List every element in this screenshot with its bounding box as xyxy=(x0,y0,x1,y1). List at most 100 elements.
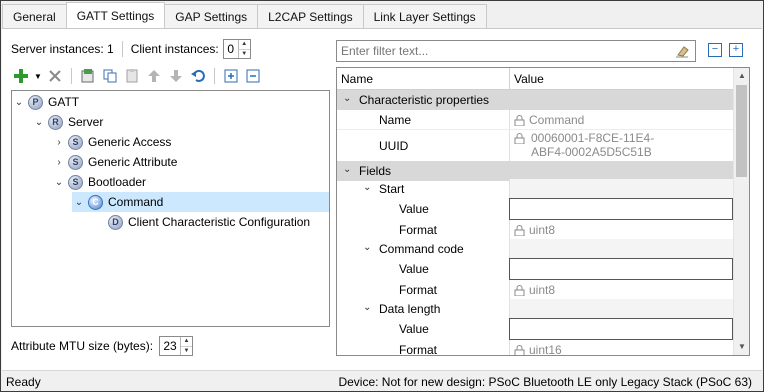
lock-icon xyxy=(514,284,525,296)
collapse-chevron-icon[interactable]: ⌄ xyxy=(72,197,86,208)
filter-field[interactable] xyxy=(336,40,696,62)
uuid-line-2: ABF4-0002A5D5C51B xyxy=(531,145,652,159)
command-code-value-input[interactable] xyxy=(509,258,733,280)
mtu-label: Attribute MTU size (bytes): xyxy=(11,339,154,353)
stepper-arrows[interactable]: ▲ ▼ xyxy=(180,337,193,356)
collapse-chevron-icon[interactable]: ⌄ xyxy=(32,117,46,128)
move-up-icon[interactable] xyxy=(145,67,163,85)
paste-icon[interactable] xyxy=(123,67,141,85)
column-header-value[interactable]: Value xyxy=(514,72,544,86)
clear-filter-icon[interactable] xyxy=(675,44,689,58)
expand-chevron-icon[interactable]: › xyxy=(52,157,66,168)
stepper-up-icon[interactable]: ▲ xyxy=(181,337,192,346)
property-row-data-length-value[interactable]: Value xyxy=(337,318,733,340)
tree-node-gatt[interactable]: ⌄ P GATT xyxy=(12,92,79,112)
device-status-text: Device: Not for new design: PSoC Bluetoo… xyxy=(338,375,752,389)
expand-chevron-icon[interactable]: › xyxy=(52,137,66,148)
property-key: Name xyxy=(379,113,412,127)
start-value-input[interactable] xyxy=(509,198,733,220)
tree-node-server[interactable]: ⌄ R Server xyxy=(32,112,103,132)
tree-toolbar: ▼ xyxy=(12,66,262,86)
collapse-chevron-icon[interactable]: ⌄ xyxy=(343,93,351,104)
property-row-data-length-format[interactable]: Format uint16 xyxy=(337,340,733,356)
property-row-uuid[interactable]: UUID 00060001-F8CE-11E4- ABF4-0002A5D5C5… xyxy=(337,130,733,162)
uuid-value: 00060001-F8CE-11E4- ABF4-0002A5D5C51B xyxy=(531,131,654,159)
tree-node-label: Generic Attribute xyxy=(88,155,178,169)
category-characteristic-properties[interactable]: ⌄ Characteristic properties xyxy=(337,90,733,110)
column-header-name[interactable]: Name xyxy=(341,72,373,86)
field-group-data-length[interactable]: ⌄ Data length xyxy=(337,299,733,319)
category-label: Characteristic properties xyxy=(359,93,490,107)
collapse-chevron-icon[interactable]: ⌄ xyxy=(343,164,351,175)
group-value-cell xyxy=(509,239,733,259)
column-divider[interactable] xyxy=(509,68,510,90)
collapse-chevron-icon[interactable]: ⌄ xyxy=(363,242,371,253)
mtu-stepper[interactable]: 23 ▲ ▼ xyxy=(159,336,194,356)
stepper-up-icon[interactable]: ▲ xyxy=(239,40,250,49)
property-row-start-value[interactable]: Value xyxy=(337,198,733,220)
expand-all-icon[interactable] xyxy=(222,67,240,85)
stepper-arrows[interactable]: ▲ ▼ xyxy=(237,40,250,59)
property-value: Command xyxy=(514,113,584,127)
descriptor-icon: D xyxy=(108,214,123,230)
scroll-down-icon[interactable]: ▼ xyxy=(734,339,749,355)
property-key: Value xyxy=(399,262,429,276)
delete-icon[interactable] xyxy=(46,67,64,85)
tree-node-generic-access[interactable]: › S Generic Access xyxy=(52,132,171,152)
property-row-start-format[interactable]: Format uint8 xyxy=(337,220,733,240)
client-instances-value[interactable]: 0 xyxy=(224,40,238,58)
scroll-thumb[interactable] xyxy=(736,85,747,177)
category-label: Fields xyxy=(359,164,392,178)
field-group-start[interactable]: ⌄ Start xyxy=(337,179,733,199)
collapse-chevron-icon[interactable]: ⌄ xyxy=(363,182,371,193)
tree-node-generic-attribute[interactable]: › S Generic Attribute xyxy=(52,152,177,172)
lock-icon xyxy=(514,224,525,236)
expand-all-icon[interactable]: + xyxy=(729,43,743,57)
lock-icon xyxy=(514,133,525,145)
group-value-cell xyxy=(509,179,733,199)
add-icon[interactable] xyxy=(12,67,30,85)
filter-input[interactable] xyxy=(337,41,667,61)
tree-node-cccd[interactable]: D Client Characteristic Configuration xyxy=(106,212,310,232)
move-down-icon[interactable] xyxy=(167,67,185,85)
tab-l2cap-settings[interactable]: L2CAP Settings xyxy=(257,4,364,28)
tree-node-command[interactable]: ⌄ C Command xyxy=(72,192,329,212)
property-key: Format xyxy=(399,343,438,356)
stepper-down-icon[interactable]: ▼ xyxy=(181,346,193,356)
collapse-chevron-icon[interactable]: ⌄ xyxy=(12,97,26,108)
data-length-value-input[interactable] xyxy=(509,318,733,340)
undo-icon[interactable] xyxy=(189,67,207,85)
tree-node-bootloader[interactable]: ⌄ S Bootloader xyxy=(52,172,146,192)
divider xyxy=(121,41,123,57)
tab-gatt-settings[interactable]: GATT Settings xyxy=(65,2,166,28)
tab-link-layer-settings[interactable]: Link Layer Settings xyxy=(362,4,487,28)
mtu-row: Attribute MTU size (bytes): 23 ▲ ▼ xyxy=(11,336,194,356)
mtu-value[interactable]: 23 xyxy=(160,337,180,355)
group-value-cell xyxy=(509,299,733,319)
copy-icon[interactable] xyxy=(101,67,119,85)
property-value: uint8 xyxy=(514,283,555,297)
property-row-name[interactable]: Name Command xyxy=(337,110,733,130)
property-value: uint16 xyxy=(514,343,562,355)
import-icon[interactable] xyxy=(79,67,97,85)
grid-vertical-scrollbar[interactable]: ▲ ▼ xyxy=(733,68,749,355)
property-row-command-code-format[interactable]: Format uint8 xyxy=(337,280,733,300)
tab-gap-settings[interactable]: GAP Settings xyxy=(164,4,259,28)
collapse-chevron-icon[interactable]: ⌄ xyxy=(52,177,66,188)
stepper-down-icon[interactable]: ▼ xyxy=(238,49,250,59)
client-instances-stepper[interactable]: 0 ▲ ▼ xyxy=(222,39,251,59)
field-group-command-code[interactable]: ⌄ Command code xyxy=(337,239,733,259)
gatt-tree[interactable]: ⌄ P GATT ⌄ R Server › S Generic Access ›… xyxy=(11,90,330,327)
tab-general[interactable]: General xyxy=(2,4,67,28)
property-value-cell: uint8 xyxy=(509,280,733,300)
collapse-chevron-icon[interactable]: ⌄ xyxy=(363,302,371,313)
category-fields[interactable]: ⌄ Fields xyxy=(337,161,733,181)
property-key: Format xyxy=(399,223,438,237)
add-dropdown-chevron-icon[interactable]: ▼ xyxy=(34,67,42,85)
collapse-all-icon[interactable] xyxy=(244,67,262,85)
role-icon: R xyxy=(48,114,63,130)
scroll-up-icon[interactable]: ▲ xyxy=(734,68,749,84)
collapse-all-icon[interactable]: − xyxy=(708,43,722,57)
property-row-command-code-value[interactable]: Value xyxy=(337,258,733,280)
property-grid[interactable]: Name Value ⌄ Characteristic properties N… xyxy=(336,67,750,356)
